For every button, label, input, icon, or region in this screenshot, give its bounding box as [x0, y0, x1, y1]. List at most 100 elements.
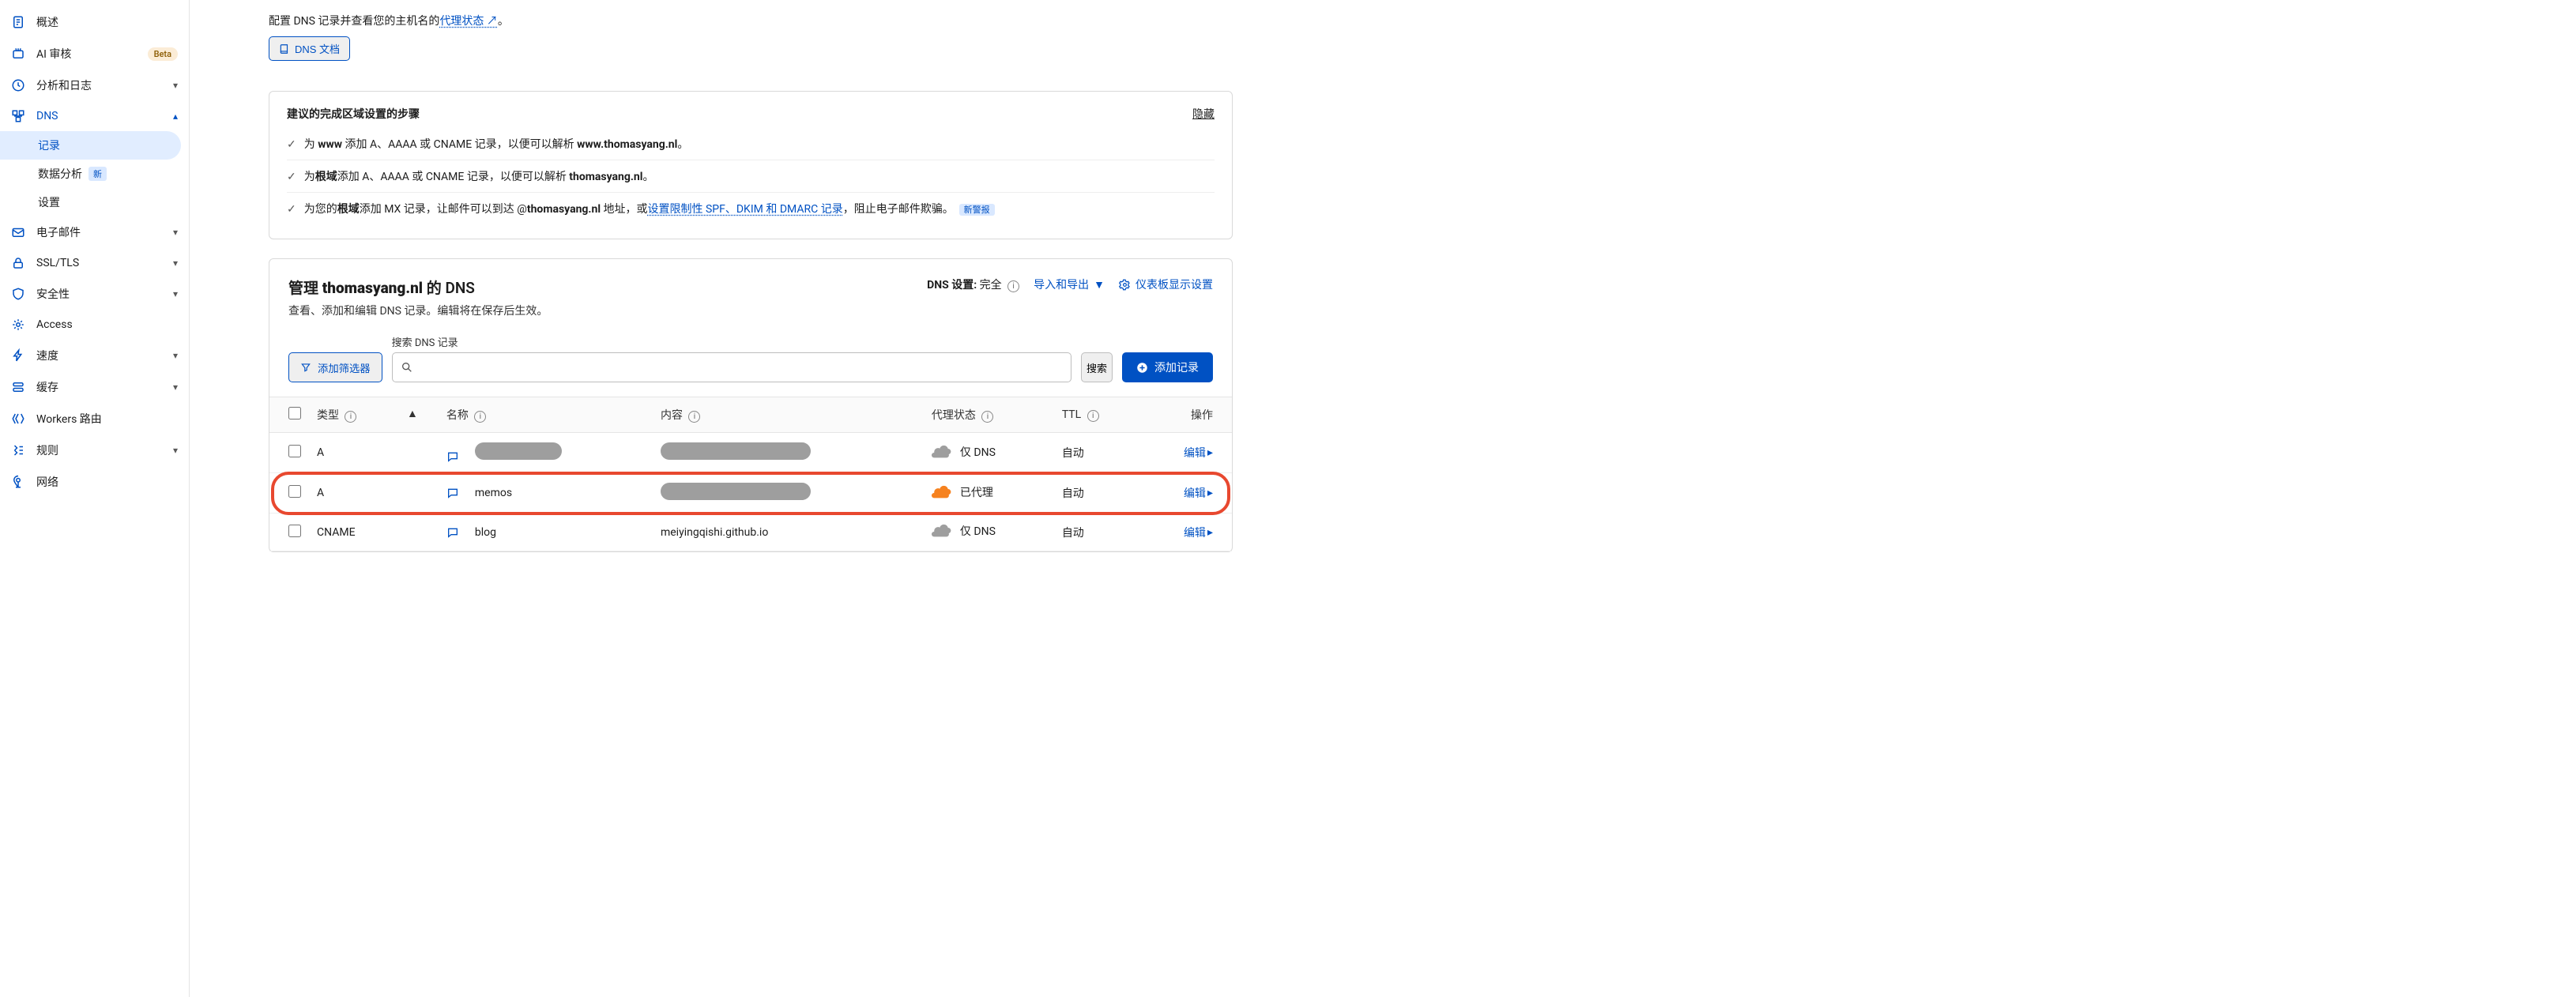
sidebar-item-label: 安全性 — [36, 286, 162, 302]
sidebar-item-label: 速度 — [36, 348, 162, 363]
workers-icon — [11, 412, 25, 426]
sidebar-item-network[interactable]: 网络 — [0, 466, 189, 498]
gear-icon — [1119, 279, 1131, 291]
table-row: A 仅 DNS自动编辑 ▸ — [269, 433, 1232, 473]
sidebar-item-rules[interactable]: 规则 ▾ — [0, 435, 189, 466]
caret-down-icon: ▼ — [1094, 278, 1105, 292]
info-icon[interactable]: i — [688, 411, 700, 423]
sidebar-sub-records[interactable]: 记录 — [0, 131, 181, 160]
sidebar-item-label: Workers 路由 — [36, 411, 178, 427]
button-label: 添加筛选器 — [318, 360, 371, 375]
proxy-status-link[interactable]: 代理状态 ↗ — [439, 15, 497, 28]
new-alert-badge: 新警报 — [959, 204, 995, 216]
cache-icon — [11, 380, 25, 394]
check-icon: ✓ — [287, 171, 296, 183]
note-icon[interactable] — [446, 526, 459, 539]
check-icon: ✓ — [287, 203, 296, 216]
sort-asc-icon: ▲ — [407, 407, 418, 420]
note-icon[interactable] — [446, 487, 459, 499]
sidebar-sub-analytics[interactable]: 数据分析 新 — [0, 160, 189, 188]
panel-title: 建议的完成区域设置的步骤 — [287, 106, 420, 122]
note-icon[interactable] — [446, 450, 459, 463]
cell-content — [653, 433, 924, 473]
chevron-up-icon: ▴ — [173, 111, 178, 122]
sidebar-item-workers[interactable]: Workers 路由 — [0, 403, 189, 435]
clock-icon — [11, 78, 25, 92]
edit-link[interactable]: 编辑 ▸ — [1184, 525, 1213, 540]
sidebar-item-label: DNS — [36, 110, 162, 122]
cell-type: CNAME — [309, 514, 439, 551]
sidebar-item-security[interactable]: 安全性 ▾ — [0, 278, 189, 310]
chevron-down-icon: ▾ — [173, 258, 178, 269]
search-button[interactable]: 搜索 — [1081, 352, 1113, 382]
col-ttl[interactable]: TTL i — [1054, 397, 1140, 433]
info-icon[interactable]: i — [345, 411, 356, 423]
dns-title: 管理 thomasyang.nl 的 DNS — [288, 277, 548, 298]
bolt-icon — [11, 348, 25, 363]
ai-icon — [11, 47, 25, 61]
sidebar-item-speed[interactable]: 速度 ▾ — [0, 340, 189, 371]
button-label: 添加记录 — [1154, 359, 1199, 375]
info-icon[interactable]: i — [1007, 280, 1019, 292]
sidebar-item-label: 网络 — [36, 474, 178, 490]
col-proxy[interactable]: 代理状态 i — [924, 397, 1054, 433]
sidebar-item-email[interactable]: 电子邮件 ▾ — [0, 216, 189, 248]
sidebar-item-label: 规则 — [36, 442, 162, 458]
col-name[interactable]: 名称 i — [439, 397, 653, 433]
intro-text: 配置 DNS 记录并查看您的主机名的代理状态 ↗。 — [269, 15, 509, 28]
sidebar-item-label: AI 审核 — [36, 46, 137, 62]
row-checkbox[interactable] — [288, 525, 301, 537]
doc-icon — [11, 15, 25, 29]
cloud-icon — [932, 524, 952, 538]
setup-steps-panel: 建议的完成区域设置的步骤 隐藏 ✓为 www 添加 A、AAAA 或 CNAME… — [269, 91, 1233, 239]
sidebar-item-label: 电子邮件 — [36, 224, 162, 240]
add-record-button[interactable]: 添加记录 — [1122, 352, 1213, 382]
sidebar-item-label: Access — [36, 318, 178, 331]
hide-link[interactable]: 隐藏 — [1192, 106, 1215, 122]
col-type[interactable]: 类型 i▲ — [309, 397, 439, 433]
sidebar-item-cache[interactable]: 缓存 ▾ — [0, 371, 189, 403]
chevron-down-icon: ▾ — [173, 382, 178, 393]
sidebar-item-ssl[interactable]: SSL/TLS ▾ — [0, 248, 189, 278]
search-input-wrapper[interactable] — [392, 352, 1071, 382]
button-label: DNS 文档 — [295, 41, 340, 56]
dns-docs-button[interactable]: DNS 文档 — [269, 36, 350, 61]
row-checkbox[interactable] — [288, 485, 301, 498]
info-icon[interactable]: i — [474, 411, 486, 423]
sidebar-sub-settings[interactable]: 设置 — [0, 188, 189, 216]
sidebar-item-dns[interactable]: DNS ▴ — [0, 101, 189, 131]
cell-name — [439, 433, 653, 473]
edit-link[interactable]: 编辑 ▸ — [1184, 485, 1213, 501]
dns-records-table: 类型 i▲ 名称 i 内容 i 代理状态 i TTL i 操作 A 仅 DNS自… — [269, 397, 1232, 551]
info-icon[interactable]: i — [981, 411, 993, 423]
shield-icon — [11, 287, 25, 301]
cell-name: blog — [439, 514, 653, 551]
cell-proxy: 仅 DNS — [924, 514, 1054, 551]
cell-ttl: 自动 — [1054, 433, 1140, 473]
chevron-down-icon: ▾ — [173, 80, 178, 91]
info-icon[interactable]: i — [1087, 410, 1099, 422]
dns-subtitle: 查看、添加和编辑 DNS 记录。编辑将在保存后生效。 — [288, 303, 548, 318]
col-content[interactable]: 内容 i — [653, 397, 924, 433]
edit-link[interactable]: 编辑 ▸ — [1184, 445, 1213, 461]
add-filter-button[interactable]: 添加筛选器 — [288, 352, 382, 382]
row-checkbox[interactable] — [288, 445, 301, 457]
sidebar-item-label: 分析和日志 — [36, 77, 162, 93]
select-all-checkbox[interactable] — [288, 407, 301, 419]
step-text: 为根域添加 A、AAAA 或 CNAME 记录，以便可以解析 thomasyan… — [304, 168, 654, 184]
cell-proxy: 已代理 — [924, 473, 1054, 514]
sidebar-item-ai-review[interactable]: AI 审核 Beta — [0, 38, 189, 70]
dashboard-settings-link[interactable]: 仪表板显示设置 — [1119, 277, 1213, 292]
col-action: 操作 — [1140, 397, 1232, 433]
network-icon — [11, 475, 25, 489]
sidebar-item-analytics[interactable]: 分析和日志 ▾ — [0, 70, 189, 101]
main-content: 配置 DNS 记录并查看您的主机名的代理状态 ↗。 DNS 文档 建议的完成区域… — [190, 0, 1264, 997]
sidebar: 概述 AI 审核 Beta 分析和日志 ▾ DNS ▴ 记录 数据分析 新 设置… — [0, 0, 190, 997]
cell-ttl: 自动 — [1054, 514, 1140, 551]
cell-type: A — [309, 473, 439, 514]
import-export-link[interactable]: 导入和导出 ▼ — [1034, 277, 1105, 292]
step-text: 为您的根域添加 MX 记录，让邮件可以到达 @thomasyang.nl 地址，… — [304, 201, 995, 216]
sidebar-item-access[interactable]: Access — [0, 310, 189, 340]
search-input[interactable] — [420, 361, 1063, 374]
sidebar-item-overview[interactable]: 概述 — [0, 6, 189, 38]
